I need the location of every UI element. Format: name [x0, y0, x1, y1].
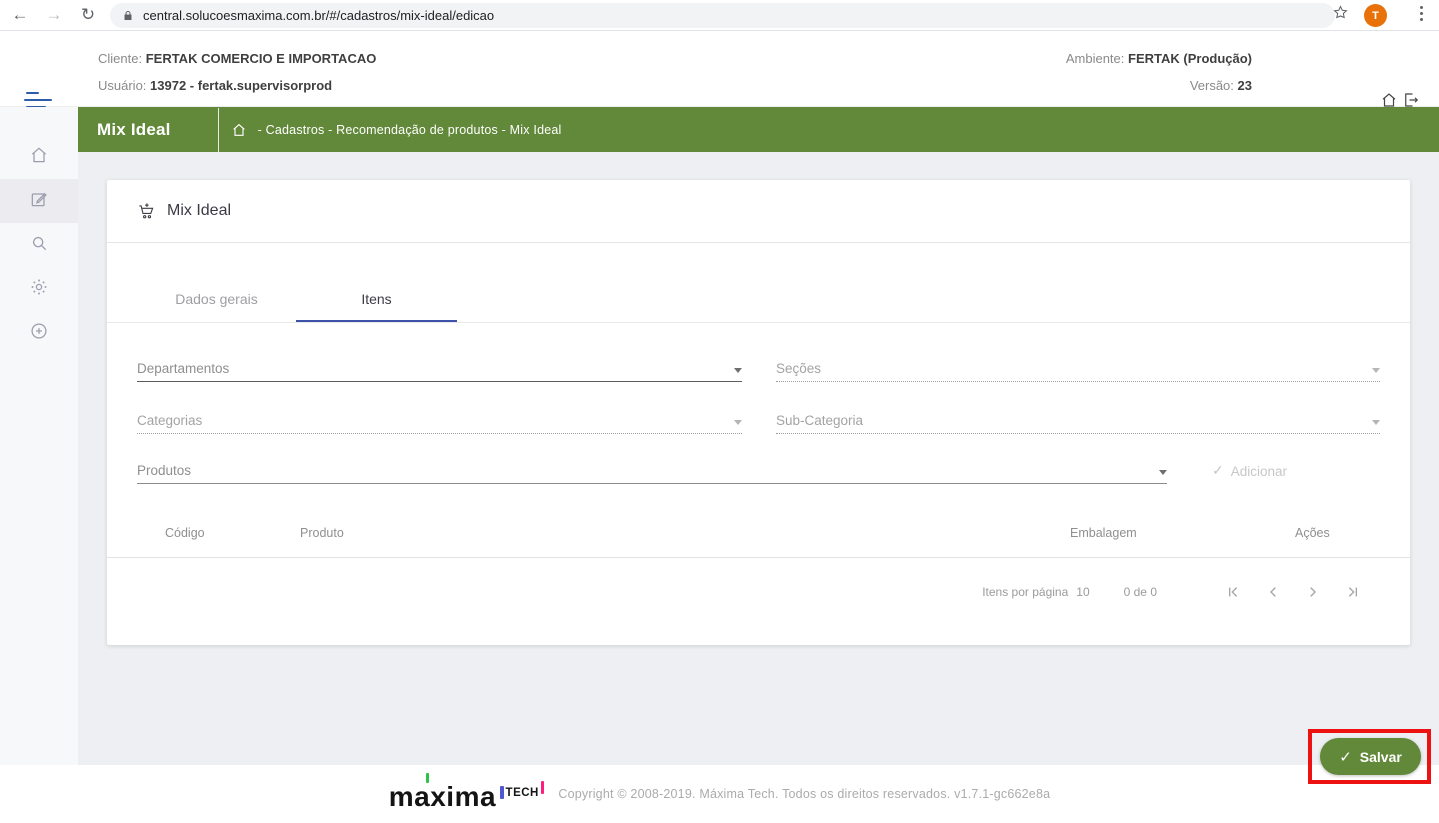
- add-circle-icon: [29, 321, 49, 346]
- sub-categoria-label: Sub-Categoria: [776, 413, 864, 428]
- browser-profile-avatar[interactable]: T: [1364, 4, 1387, 27]
- edit-icon: [29, 189, 49, 214]
- copyright-text: Copyright © 2008-2019. Máxima Tech. Todo…: [558, 787, 1051, 801]
- previous-page-icon[interactable]: [1265, 584, 1281, 600]
- sidebar-item-configuracoes[interactable]: [0, 267, 78, 311]
- tabs-divider: [107, 322, 1410, 323]
- version-value: 23: [1237, 78, 1252, 93]
- sidebar-item-home[interactable]: [0, 135, 78, 179]
- environment-label: Ambiente:: [1065, 51, 1125, 66]
- page-range-label: 0 de 0: [1123, 585, 1157, 599]
- titlebar-divider: [217, 107, 219, 152]
- settings-icon: [29, 277, 49, 302]
- dropdown-arrow-icon: [1372, 420, 1380, 425]
- categorias-select[interactable]: Categorias: [137, 407, 742, 434]
- sidebar: [0, 107, 78, 765]
- sub-categoria-select[interactable]: Sub-Categoria: [776, 407, 1380, 434]
- browser-menu-icon[interactable]: [1420, 6, 1423, 21]
- lock-icon: [122, 9, 134, 22]
- app-header: Cliente: FERTAK COMERCIO E IMPORTACAO Us…: [0, 31, 1439, 108]
- sidebar-item-adicionar[interactable]: [0, 311, 78, 355]
- client-label: Cliente:: [98, 51, 143, 66]
- sidebar-item-consultas[interactable]: [0, 223, 78, 267]
- browser-forward-icon[interactable]: →: [40, 2, 68, 28]
- first-page-icon[interactable]: [1225, 584, 1241, 600]
- url-text: central.solucoesmaxima.com.br/#/cadastro…: [143, 8, 495, 23]
- card-header: Mix Ideal: [107, 180, 1410, 243]
- salvar-button[interactable]: ✓ Salvar: [1320, 738, 1421, 775]
- adicionar-button[interactable]: ✓ Adicionar: [1212, 457, 1287, 484]
- sidebar-item-cadastros[interactable]: [0, 179, 78, 223]
- browser-toolbar: ← → ↻ central.solucoesmaxima.com.br/#/ca…: [0, 0, 1439, 31]
- menu-toggle-icon[interactable]: [24, 92, 52, 108]
- produtos-label: Produtos: [137, 463, 192, 478]
- dropdown-arrow-icon: [734, 368, 742, 373]
- search-icon: [29, 233, 49, 258]
- user-value: 13972 - fertak.supervisorprod: [150, 78, 333, 93]
- browser-refresh-icon[interactable]: ↻: [74, 2, 102, 28]
- user-label: Usuário:: [98, 78, 147, 93]
- client-value: FERTAK COMERCIO E IMPORTACAO: [145, 51, 377, 66]
- footer: maxima TECH Copyright © 2008-2019. Máxim…: [0, 765, 1439, 823]
- page-titlebar: Mix Ideal - Cadastros - Recomendação de …: [78, 107, 1439, 152]
- column-produto: Produto: [300, 526, 344, 540]
- logo-pink-tick: [540, 780, 545, 794]
- breadcrumb: - Cadastros - Recomendação de produtos -…: [257, 122, 562, 137]
- page-title: Mix Ideal: [97, 119, 171, 139]
- column-codigo: Código: [165, 526, 205, 540]
- environment-value: FERTAK (Produção): [1128, 51, 1252, 66]
- maxima-tech-logo: maxima TECH: [388, 772, 545, 812]
- dropdown-arrow-icon: [1372, 368, 1380, 373]
- logo-green-tick: [425, 772, 430, 783]
- environment-info: Ambiente: FERTAK (Produção) Versão: 23: [1066, 45, 1252, 99]
- check-icon: ✓: [1339, 748, 1352, 766]
- tab-label: Itens: [361, 291, 392, 307]
- categorias-label: Categorias: [137, 413, 203, 428]
- column-acoes: Ações: [1295, 526, 1330, 540]
- secoes-label: Seções: [776, 361, 822, 376]
- app-root: ← → ↻ central.solucoesmaxima.com.br/#/ca…: [0, 0, 1439, 823]
- produtos-select[interactable]: Produtos: [137, 457, 1167, 484]
- dropdown-arrow-icon: [734, 420, 742, 425]
- logo-text: maxima: [388, 780, 497, 812]
- paginator: Itens por página 10 0 de 0: [107, 572, 1410, 612]
- departamentos-label: Departamentos: [137, 361, 230, 376]
- check-icon: ✓: [1212, 462, 1224, 478]
- salvar-label: Salvar: [1359, 748, 1402, 765]
- table-divider: [107, 557, 1410, 558]
- address-bar[interactable]: central.solucoesmaxima.com.br/#/cadastro…: [110, 3, 1335, 28]
- last-page-icon[interactable]: [1345, 584, 1361, 600]
- cart-icon: [137, 202, 156, 221]
- bookmark-star-icon[interactable]: [1332, 4, 1349, 21]
- column-embalagem: Embalagem: [1070, 526, 1137, 540]
- browser-back-icon[interactable]: ←: [6, 2, 34, 28]
- adicionar-label: Adicionar: [1230, 464, 1288, 479]
- dropdown-arrow-icon: [1159, 470, 1167, 475]
- next-page-icon[interactable]: [1305, 584, 1321, 600]
- home-icon: [29, 145, 49, 170]
- items-per-page-select[interactable]: 10: [1076, 585, 1089, 599]
- card-title: Mix Ideal: [167, 202, 232, 219]
- tab-itens[interactable]: Itens: [296, 243, 457, 323]
- version-label: Versão:: [1189, 78, 1234, 93]
- mix-ideal-card: Mix Ideal Dados gerais Itens Departament…: [107, 180, 1410, 645]
- secoes-select[interactable]: Seções: [776, 355, 1380, 382]
- departamentos-select[interactable]: Departamentos: [137, 355, 742, 382]
- tab-dados-gerais[interactable]: Dados gerais: [137, 243, 296, 323]
- items-table-header: Código Produto Embalagem Ações: [107, 520, 1410, 550]
- logo-blue-tick: [500, 785, 504, 799]
- items-per-page-label: Itens por página: [982, 585, 1069, 599]
- breadcrumb-home-icon[interactable]: [231, 122, 247, 138]
- logo-subtext: TECH: [505, 786, 539, 799]
- tab-label: Dados gerais: [175, 291, 258, 307]
- client-user-info: Cliente: FERTAK COMERCIO E IMPORTACAO Us…: [98, 45, 376, 99]
